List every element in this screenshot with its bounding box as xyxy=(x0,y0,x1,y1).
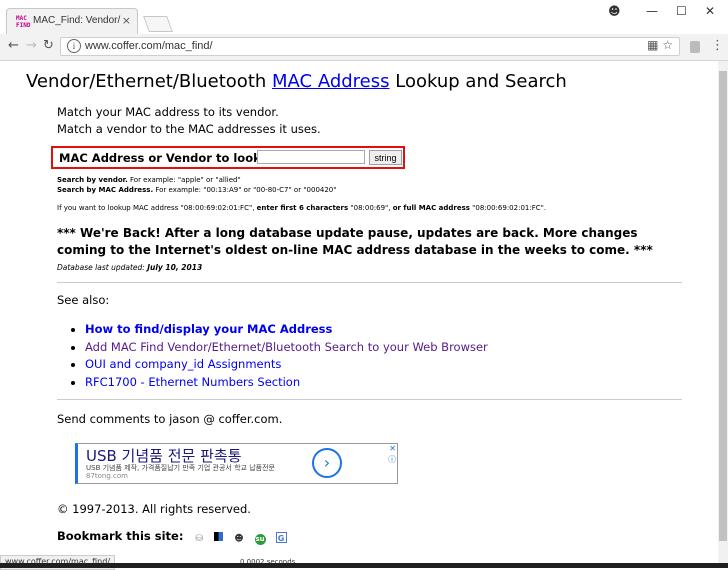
see-also-heading: See also: xyxy=(57,293,110,307)
google-icon[interactable]: G xyxy=(275,532,287,543)
reddit-icon[interactable]: ☻ xyxy=(234,534,245,545)
search-help: Search by vendor. For example: "apple" o… xyxy=(57,176,337,194)
tab-title: MAC_Find: Vendor/Ethe xyxy=(33,15,121,26)
extension-icon[interactable] xyxy=(690,41,700,53)
stumbleupon-icon[interactable]: su xyxy=(254,534,266,545)
list-item: How to find/display your MAC Address xyxy=(85,321,682,339)
maximize-icon[interactable]: ☐ xyxy=(676,4,687,18)
address-url[interactable]: www.coffer.com/mac_find/ xyxy=(85,40,213,52)
page-title: Vendor/Ethernet/Bluetooth MAC Address Lo… xyxy=(26,71,567,92)
ad-url[interactable]: 87tong.com xyxy=(86,472,128,480)
lookup-help: If you want to lookup MAC address "08:00… xyxy=(57,204,547,212)
omnibox-actions: ▦ ☆ xyxy=(647,38,673,52)
search-button[interactable]: string xyxy=(369,150,402,165)
intro-line: Match a vendor to the MAC addresses it u… xyxy=(57,122,321,136)
translate-icon[interactable]: ▦ xyxy=(647,38,658,52)
tab-strip: MAC FIND MAC_Find: Vendor/Ethe × ☻ — ☐ ✕ xyxy=(0,0,728,34)
browser-toolbar: ← → ↻ i www.coffer.com/mac_find/ ▦ ☆ ⋮ xyxy=(0,34,728,61)
digg-icon[interactable] xyxy=(214,532,224,541)
bottom-strip xyxy=(0,563,728,568)
link-oui[interactable]: OUI and company_id Assignments xyxy=(85,357,281,371)
link-find-mac[interactable]: How to find/display your MAC Address xyxy=(85,322,332,336)
notice-text: *** We're Back! After a long database up… xyxy=(57,226,653,257)
comments-text: Send comments to jason @ coffer.com. xyxy=(57,412,283,426)
see-also-list: How to find/display your MAC Address Add… xyxy=(57,321,682,391)
scrollbar[interactable] xyxy=(718,61,728,568)
tab-close-icon[interactable]: × xyxy=(122,14,131,27)
delicious-icon[interactable]: ⛁ xyxy=(193,534,204,545)
search-form: MAC Address or Vendor to look for: strin… xyxy=(51,146,405,169)
minimize-icon[interactable]: — xyxy=(646,4,658,18)
ad-close-icon[interactable]: ✕ xyxy=(389,444,396,453)
main-content: Match your MAC address to its vendor. Ma… xyxy=(51,105,682,426)
mac-address-link[interactable]: MAC Address xyxy=(272,71,390,92)
search-label: MAC Address or Vendor to look for: xyxy=(59,151,288,165)
divider xyxy=(57,282,682,283)
menu-icon[interactable]: ⋮ xyxy=(711,38,724,53)
last-updated: Database last updated: July 10, 2013 xyxy=(57,263,203,272)
copyright: © 1997-2013. All rights reserved. xyxy=(57,502,251,516)
reload-icon[interactable]: ↻ xyxy=(43,38,54,53)
address-bar[interactable]: i www.coffer.com/mac_find/ ▦ ☆ xyxy=(60,37,680,56)
list-item: Add MAC Find Vendor/Ethernet/Bluetooth S… xyxy=(85,339,682,357)
favicon-icon: MAC FIND xyxy=(16,15,31,29)
list-item: RFC1700 - Ethernet Numbers Section xyxy=(85,374,682,392)
bookmark-star-icon[interactable]: ☆ xyxy=(662,38,673,52)
intro-line: Match your MAC address to its vendor. xyxy=(57,105,279,119)
scrollbar-thumb[interactable] xyxy=(719,71,727,541)
site-info-icon[interactable]: i xyxy=(67,39,81,53)
back-icon[interactable]: ← xyxy=(8,38,19,53)
browser-tab[interactable]: MAC FIND MAC_Find: Vendor/Ethe × xyxy=(6,8,138,34)
divider xyxy=(57,399,682,400)
search-input[interactable] xyxy=(257,150,365,164)
page-content: Vendor/Ethernet/Bluetooth MAC Address Lo… xyxy=(0,61,718,568)
ad-arrow-icon[interactable]: › xyxy=(312,448,342,478)
link-add-search[interactable]: Add MAC Find Vendor/Ethernet/Bluetooth S… xyxy=(85,340,488,354)
list-item: OUI and company_id Assignments xyxy=(85,356,682,374)
new-tab-button[interactable] xyxy=(143,16,173,32)
profile-icon[interactable]: ☻ xyxy=(608,4,621,18)
close-window-icon[interactable]: ✕ xyxy=(705,4,715,18)
link-rfc1700[interactable]: RFC1700 - Ethernet Numbers Section xyxy=(85,375,300,389)
advertisement[interactable]: USB 기념품 전문 판촉통 USB 기념품 제작, 가격품질납기 만족 기업 … xyxy=(75,443,398,484)
bookmark-bar: Bookmark this site: ⛁ ☻ su G xyxy=(57,529,287,545)
ad-info-icon[interactable]: ⓘ xyxy=(388,454,396,465)
forward-icon[interactable]: → xyxy=(26,38,37,53)
